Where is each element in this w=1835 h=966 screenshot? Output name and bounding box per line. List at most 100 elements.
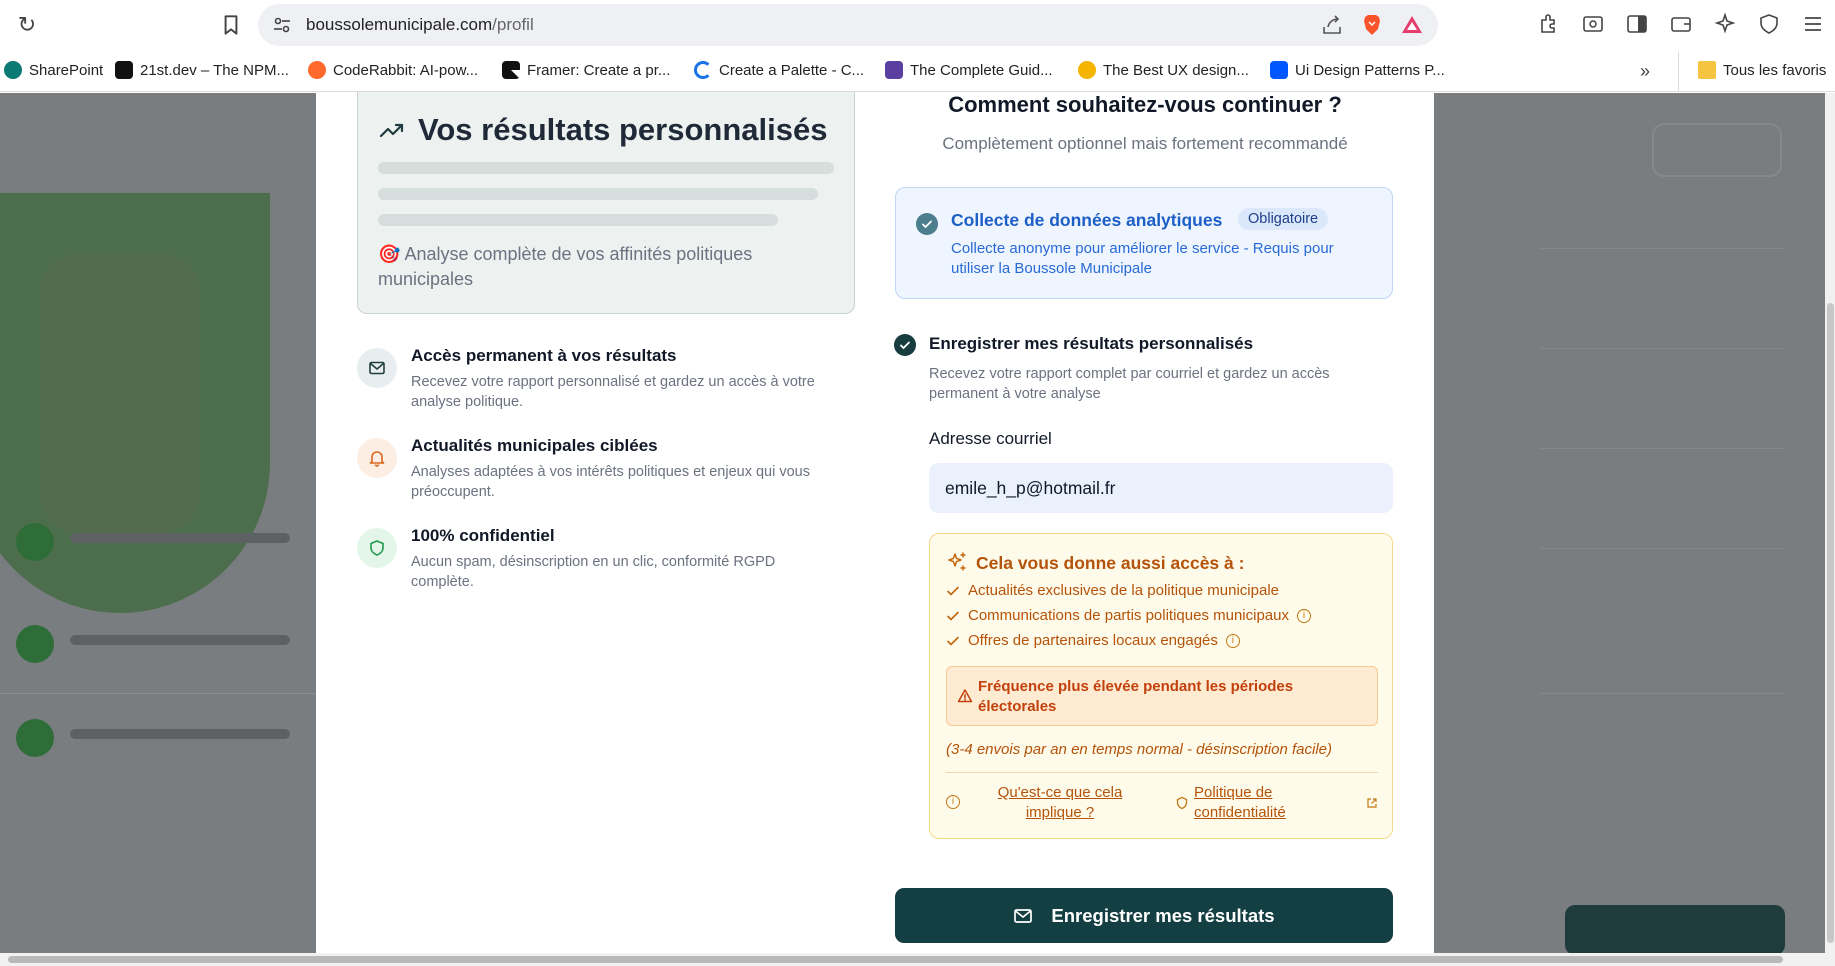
reload-icon[interactable]: ↻ xyxy=(14,12,40,38)
results-preview-card: Vos résultats personnalisés 🎯 Analyse co… xyxy=(357,92,855,314)
all-bookmarks-folder[interactable]: Tous les favoris xyxy=(1698,61,1826,79)
bookmark-label: Framer: Create a pr... xyxy=(527,61,671,79)
vertical-scrollbar-thumb[interactable] xyxy=(1827,303,1834,943)
save-results-button-label: Enregistrer mes résultats xyxy=(1051,904,1275,926)
save-results-title[interactable]: Enregistrer mes résultats personnalisés xyxy=(929,334,1253,354)
bookmark-item[interactable]: Framer: Create a pr... xyxy=(502,61,670,79)
bookmark-icon[interactable] xyxy=(218,12,244,38)
bookmark-item[interactable]: The Best UX design... xyxy=(1078,61,1249,79)
target-icon: 🎯 xyxy=(378,244,401,264)
background-check-dot xyxy=(16,625,54,663)
bookmark-label: CodeRabbit: AI-pow... xyxy=(333,61,479,79)
feature-title: 100% confidentiel xyxy=(411,526,555,545)
background-divider xyxy=(0,693,320,694)
shield-icon xyxy=(357,528,397,568)
bookmark-label: 21st.dev – The NPM... xyxy=(140,61,289,79)
sidebar-icon[interactable] xyxy=(1625,12,1649,36)
leo-ai-icon[interactable] xyxy=(1713,12,1737,36)
skeleton-line xyxy=(378,188,818,200)
background-divider xyxy=(1540,693,1785,694)
privacy-policy-link[interactable]: Politique de confidentialité xyxy=(1194,783,1334,823)
background-divider xyxy=(1540,348,1785,349)
ux-design-icon xyxy=(1078,61,1096,79)
question-subtitle: Complètement optionnel mais fortement re… xyxy=(942,134,1348,153)
analytics-title: Collecte de données analytiques xyxy=(951,210,1223,230)
coderabbit-icon xyxy=(308,61,326,79)
extensions-icon[interactable] xyxy=(1537,12,1561,36)
frequency-note: (3-4 envois par an en temps normal - dés… xyxy=(946,741,1333,758)
background-divider xyxy=(1540,548,1785,549)
trending-up-icon xyxy=(378,118,406,142)
email-label: Adresse courriel xyxy=(929,429,1052,448)
sharepoint-icon xyxy=(4,61,22,79)
bookmark-item[interactable]: CodeRabbit: AI-pow... xyxy=(308,61,478,79)
bookmark-label: Ui Design Patterns P... xyxy=(1295,61,1445,79)
check-icon xyxy=(947,611,959,621)
wallet-icon[interactable] xyxy=(1669,12,1693,36)
coolors-icon xyxy=(694,61,712,79)
frequency-warning: Fréquence plus élevée pendant les périod… xyxy=(946,666,1378,726)
bookmark-item[interactable]: Ui Design Patterns P... xyxy=(1270,61,1445,79)
browser-toolbar: ↻ boussolemunicipale.com/profil xyxy=(0,0,1835,52)
bookmark-item[interactable]: 21st.dev – The NPM... xyxy=(115,61,289,79)
perk-label: Actualités exclusives de la politique mu… xyxy=(968,582,1280,599)
site-settings-icon[interactable] xyxy=(272,15,292,35)
menu-icon[interactable] xyxy=(1801,12,1825,36)
skeleton-line xyxy=(378,162,834,174)
info-icon[interactable]: i xyxy=(1297,608,1311,623)
bookmarks-bar: SharePoint 21st.dev – The NPM... CodeRab… xyxy=(0,52,1835,92)
brave-shield-icon[interactable] xyxy=(1360,13,1384,37)
bookmark-item[interactable]: Create a Palette - C... xyxy=(694,61,864,79)
feature-description: Recevez votre rapport personnalisé et ga… xyxy=(411,374,815,410)
feature-title: Accès permanent à vos résultats xyxy=(411,346,677,365)
bookmark-label: The Best UX design... xyxy=(1103,61,1249,79)
url-text: boussolemunicipale.com/profil xyxy=(306,15,534,35)
share-icon[interactable] xyxy=(1320,13,1344,37)
perks-divider xyxy=(946,772,1378,773)
horizontal-scrollbar-thumb[interactable] xyxy=(8,956,1783,963)
guide-icon xyxy=(885,61,903,79)
save-results-button[interactable]: Enregistrer mes résultats xyxy=(895,888,1393,943)
implications-link[interactable]: Qu'est-ce que cela implique ? xyxy=(990,783,1130,823)
analytics-consent-option[interactable]: Collecte de données analytiques Obligato… xyxy=(895,187,1393,299)
21st-dev-icon xyxy=(115,61,133,79)
perk-item: Communications de partis politiques muni… xyxy=(946,607,1311,624)
bookmark-item[interactable]: SharePoint xyxy=(4,61,103,79)
save-results-checkbox[interactable] xyxy=(894,334,916,356)
mail-icon xyxy=(1014,908,1033,923)
required-badge: Obligatoire xyxy=(1238,208,1329,230)
email-field[interactable] xyxy=(929,463,1393,513)
feature-title: Actualités municipales ciblées xyxy=(411,436,658,455)
info-icon[interactable]: i xyxy=(1225,633,1240,648)
bookmark-item[interactable]: The Complete Guid... xyxy=(885,61,1053,79)
behance-icon xyxy=(1270,61,1288,79)
results-description-text: Analyse complète de vos affinités politi… xyxy=(378,244,753,289)
info-icon: i xyxy=(946,795,960,809)
vpn-icon[interactable] xyxy=(1757,12,1781,36)
tab-search-icon[interactable] xyxy=(1581,12,1605,36)
url-domain: boussolemunicipale.com xyxy=(306,15,493,34)
results-description: 🎯 Analyse complète de vos affinités poli… xyxy=(378,242,838,292)
folder-icon xyxy=(1698,61,1716,79)
check-icon xyxy=(947,636,959,646)
mail-icon xyxy=(357,348,397,388)
perk-item: Actualités exclusives de la politique mu… xyxy=(946,582,1279,599)
url-path: /profil xyxy=(492,15,534,34)
external-link-icon[interactable] xyxy=(1366,796,1378,808)
address-bar[interactable]: boussolemunicipale.com/profil xyxy=(258,4,1438,46)
horizontal-scrollbar[interactable] xyxy=(0,953,1825,966)
save-results-description: Recevez votre rapport complet par courri… xyxy=(929,366,1330,402)
brave-rewards-icon[interactable] xyxy=(1400,13,1424,37)
background-cta xyxy=(1565,905,1785,955)
results-title: Vos résultats personnalisés xyxy=(418,112,828,147)
vertical-scrollbar[interactable] xyxy=(1825,93,1835,966)
background-text xyxy=(70,729,290,739)
more-bookmarks-icon[interactable]: » xyxy=(1640,61,1650,82)
background-text xyxy=(70,533,290,543)
bookmark-label: The Complete Guid... xyxy=(910,61,1053,79)
warning-text: Fréquence plus élevée pendant les périod… xyxy=(978,678,1294,715)
background-illustration-figure xyxy=(40,253,200,533)
background-divider xyxy=(1540,448,1785,449)
perks-title: Cela vous donne aussi accès à : xyxy=(976,553,1245,573)
check-icon xyxy=(947,586,959,596)
